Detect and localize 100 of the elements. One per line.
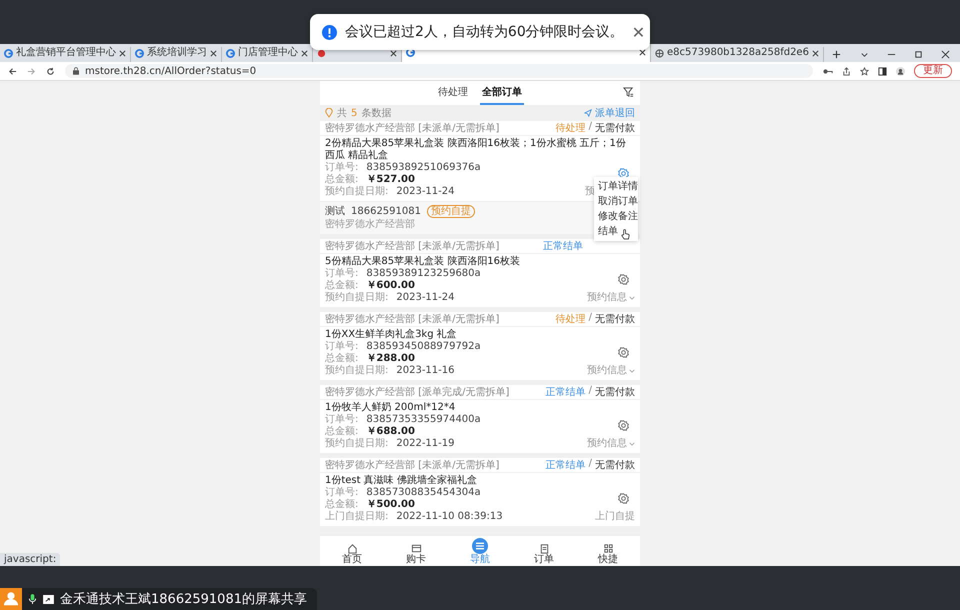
order-status: 正常结单 [546, 458, 586, 472]
shop-name: 密特罗德水产经营部 [派单完成/无需拆单] [325, 386, 510, 399]
globe-icon [655, 48, 664, 58]
order-title: 1份XX生鲜羊肉礼盒3kg 礼盒 [325, 329, 458, 340]
separator: / [588, 312, 592, 325]
close-icon[interactable] [941, 50, 950, 59]
pickup-tag: 预约自提 [427, 205, 475, 218]
amount-value: ￥600.00 [366, 280, 415, 292]
nav-item[interactable]: 订单 [534, 543, 554, 566]
order-card[interactable]: 密特罗德水产经营部 [未派单/无需拆单] 待处理 / 无需付款 1份XX生鲜羊肉礼盒3kg 礼盒 订单号: 83859345088979792a 总金额: ￥288.00 预约自提日期: 2023-11-16 预约信息 [320, 312, 640, 380]
close-icon[interactable] [639, 48, 646, 56]
close-icon[interactable] [119, 50, 126, 56]
order-card[interactable]: 密特罗德水产经营部 [派单完成/无需拆单] 正常结单 / 无需付款 1份牧羊人鲜奶 200ml*12*4 订单号: 83857353355974400a 总金额: ￥688.00 预约自提日期: 2022-11-19 预约信息 [320, 385, 640, 453]
settings-icon[interactable] [618, 274, 629, 285]
amount-label: 总金额: [325, 499, 358, 510]
microphone-icon [28, 594, 37, 604]
tab-favicon-icon [226, 48, 235, 58]
new-tab-icon[interactable] [832, 50, 841, 59]
amount-label: 总金额: [325, 174, 358, 186]
close-button[interactable]: ✕ [632, 22, 646, 42]
reload-icon[interactable] [46, 66, 55, 76]
hand-cursor-icon [621, 229, 630, 240]
tab-favicon-icon [135, 48, 144, 58]
order-status: 正常结单 [543, 240, 583, 253]
payment-status: 无需付款 [595, 313, 635, 326]
filter-icon[interactable] [623, 87, 634, 98]
menu-item[interactable]: 修改备注 [594, 209, 638, 224]
payment-status: 无需付款 [595, 386, 635, 399]
order-number-value: 83859389251069376a [366, 162, 481, 174]
order-tab[interactable]: 待处理 [436, 81, 470, 105]
amount-value: ￥527.00 [366, 174, 415, 186]
nav-order-icon [538, 543, 550, 554]
separator: / [588, 385, 592, 398]
user-avatar-icon [0, 588, 22, 610]
send-icon [584, 109, 592, 117]
nav-item[interactable]: 购卡 [406, 543, 426, 566]
pickup-date-label: 预约自提日期: [325, 292, 388, 304]
order-card[interactable]: 密特罗德水产经营部 [未派单/无需拆单] 正常结单 / 无需付款 1份test 真滋味 佛跳墙全家福礼盒 订单号: 83857308835454304a 总金额: ￥500.00 上门自提日期: 2022-11-10 08:39:13 上门自提 [320, 458, 640, 526]
share-icon[interactable] [842, 66, 851, 76]
nav-home-icon [346, 543, 358, 554]
order-title: 1份test 真滋味 佛跳墙全家福礼盒 [325, 475, 478, 486]
pickup-date-value: 2023-11-24 [396, 186, 454, 198]
amount-label: 总金额: [325, 353, 358, 365]
profile-icon[interactable] [896, 66, 905, 76]
order-number-value: 83857353355974400a [366, 414, 481, 426]
lock-icon [73, 67, 79, 75]
close-icon[interactable] [812, 50, 819, 56]
nav-item[interactable]: 快捷 [598, 543, 618, 566]
order-status: 待处理 [556, 312, 586, 326]
payment-status: 无需付款 [595, 122, 635, 135]
close-icon[interactable] [210, 50, 217, 56]
back-arrow-icon[interactable] [8, 66, 17, 76]
pickup-date-label: 预约自提日期: [325, 365, 388, 377]
order-number-value: 83857308835454304a [366, 487, 481, 499]
nav-card-icon [410, 543, 422, 554]
shop-name: 密特罗德水产经营部 [未派单/无需拆单] [325, 122, 500, 135]
tab-title: 门店管理中心 [238, 47, 298, 59]
nav-grid-icon [602, 543, 614, 554]
share-text: 金禾通技术王斌18662591081的屏幕共享 [60, 591, 307, 608]
settings-icon[interactable] [618, 168, 629, 179]
menu-item[interactable]: 订单详情 [594, 179, 638, 194]
order-number-label: 订单号: [325, 487, 358, 498]
settings-icon[interactable] [618, 493, 629, 504]
pickup-date-label: 预约自提日期: [325, 186, 388, 198]
count-label: 条数据 [361, 107, 392, 120]
order-card[interactable]: 密特罗德水产经营部 [未派单/无需拆单] 正常结单 5份精品大果85苹果礼盒装 陕西洛阳16枚装 订单号: 83859389123259680a 总金额: ￥600.00 预约自提日期: 2023-11-24 预约信息 [320, 239, 640, 307]
contact-phone: 18662591081 [351, 205, 421, 218]
return-link-text: 派单退回 [595, 106, 635, 120]
nav-item[interactable]: 导航 [470, 538, 490, 566]
order-title: 2份精品大果85苹果礼盒装 陕西洛阳16枚装；1份水蜜桃 五斤；1份西瓜 精品礼盒 [325, 138, 627, 162]
count-value: 5 [351, 108, 358, 118]
order-number-label: 订单号: [325, 414, 358, 426]
chevron-down-icon [629, 368, 635, 374]
order-number-label: 订单号: [325, 268, 358, 280]
order-number-value: 83859345088979792a [366, 341, 481, 353]
side-panel-icon[interactable] [878, 66, 887, 76]
close-icon[interactable] [301, 50, 308, 56]
order-tab[interactable]: 全部订单 [480, 81, 524, 105]
pickup-date-value: 2022-11-10 08:39:13 [396, 511, 503, 523]
amount-value: ￥288.00 [366, 353, 415, 364]
address-field[interactable]: mstore.th28.cn/AllOrder?status=0 [65, 64, 813, 78]
amount-value: ￥688.00 [366, 426, 415, 438]
tab-favicon-icon [317, 48, 326, 58]
key-icon[interactable] [823, 68, 833, 74]
update-button[interactable]: 更新 [914, 64, 952, 78]
separator: / [588, 121, 592, 134]
restore-icon[interactable] [914, 50, 923, 59]
close-icon[interactable] [390, 50, 397, 56]
settings-icon[interactable] [618, 347, 629, 358]
settings-icon[interactable] [618, 420, 629, 431]
info-icon [322, 24, 337, 40]
screen-share-icon [43, 594, 54, 604]
tab-favicon-icon [406, 48, 415, 56]
menu-item[interactable]: 取消订单 [594, 194, 638, 209]
shop-name: 密特罗德水产经营部 [未派单/无需拆单] [325, 312, 500, 326]
payment-status: 无需付款 [595, 459, 635, 472]
nav-item[interactable]: 首页 [342, 543, 362, 566]
url-text: mstore.th28.cn/AllOrder?status=0 [85, 66, 256, 76]
star-icon[interactable] [860, 66, 869, 76]
count-label: 共 [337, 106, 347, 120]
